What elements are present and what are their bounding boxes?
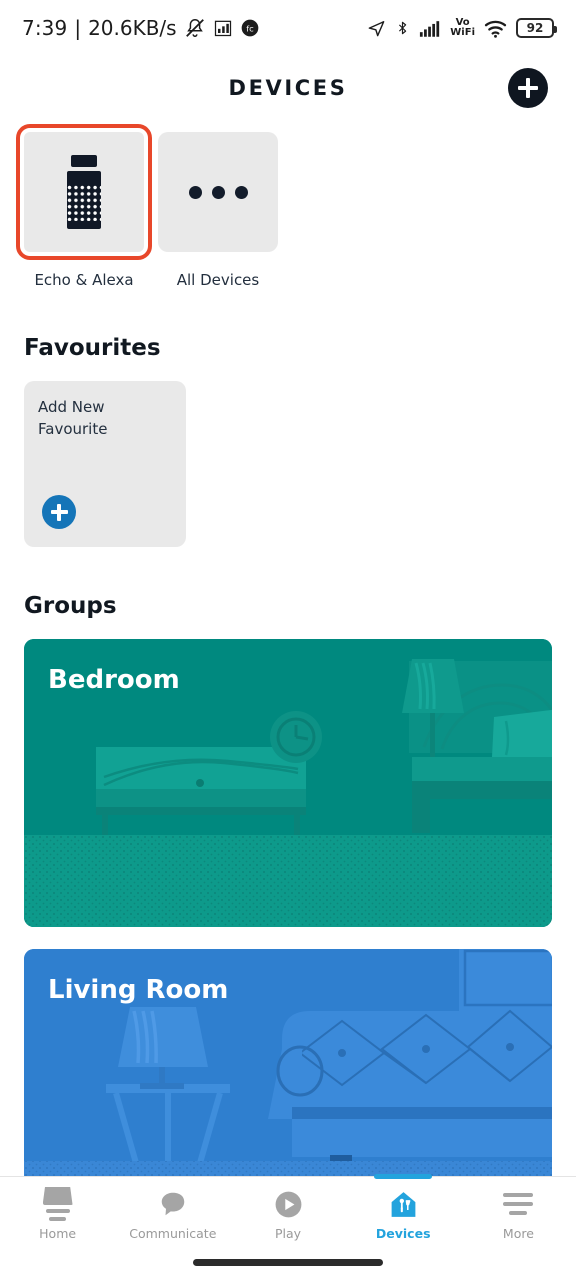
device-type-label: Echo & Alexa	[34, 271, 134, 289]
play-circle-icon	[273, 1189, 304, 1219]
page-header: DEVICES	[0, 56, 576, 120]
active-tab-indicator	[374, 1174, 433, 1179]
wifi-icon	[484, 20, 507, 38]
nav-item-play[interactable]: Play	[230, 1177, 345, 1241]
nav-item-devices[interactable]: Devices	[346, 1174, 461, 1241]
battery-indicator: 92	[516, 18, 557, 38]
plus-vertical	[57, 503, 61, 521]
device-type-tiles: Echo & Alexa All Devices	[0, 120, 576, 289]
menu-line-3	[509, 1211, 528, 1215]
nav-label-home: Home	[39, 1226, 77, 1241]
bluetooth-icon	[399, 21, 407, 35]
nav-item-communicate[interactable]: Communicate	[115, 1177, 230, 1241]
group-name: Living Room	[48, 975, 229, 1005]
add-new-favourite-card[interactable]: Add New Favourite	[24, 381, 186, 547]
svg-text:fc: fc	[246, 23, 254, 33]
volte-wifi-icon: Vo WiFi	[450, 18, 475, 38]
home-icon-line1	[45, 1209, 70, 1213]
menu-line-2	[503, 1202, 534, 1206]
group-card-bedroom[interactable]: Bedroom	[24, 639, 552, 927]
page-title: DEVICES	[228, 76, 348, 100]
ellipsis-icon	[188, 185, 248, 199]
navigation-arrow-icon	[368, 20, 385, 36]
home-icon-roof	[42, 1187, 73, 1205]
network-speed: 20.6KB/s	[88, 16, 177, 40]
battery-percent: 92	[526, 21, 544, 35]
group-name: Bedroom	[48, 665, 180, 695]
smart-home-icon	[388, 1189, 419, 1219]
groups-list: Bedroom Living Room	[0, 619, 576, 1199]
device-type-label: All Devices	[176, 271, 260, 289]
add-favourite-plus-icon[interactable]	[42, 495, 76, 529]
echo-body	[67, 171, 101, 229]
home-icon	[42, 1187, 73, 1221]
add-device-button[interactable]	[508, 68, 548, 108]
plus-icon-vertical	[526, 78, 530, 98]
menu-line-1	[503, 1193, 534, 1197]
echo-top	[71, 155, 97, 167]
group-card-living-room[interactable]: Living Room	[24, 949, 552, 1199]
nav-label-devices: Devices	[375, 1226, 431, 1241]
home-icon-line2	[49, 1217, 67, 1221]
volte-wifi-label: WiFi	[450, 27, 475, 38]
cellular-signal-icon	[420, 20, 440, 37]
all-devices-tile[interactable]	[158, 132, 278, 252]
groups-heading: Groups	[24, 593, 117, 619]
hamburger-menu-icon	[503, 1189, 534, 1219]
device-type-all[interactable]: All Devices	[158, 132, 278, 289]
status-bar-right: Vo WiFi 92	[367, 18, 557, 38]
speech-bubble-icon	[158, 1189, 188, 1219]
status-clock: 7:39	[22, 16, 68, 40]
gesture-home-bar[interactable]	[193, 1259, 383, 1266]
echo-speaker-icon	[67, 155, 101, 229]
fc-badge-icon: fc	[241, 19, 258, 37]
device-type-echo[interactable]: Echo & Alexa	[16, 124, 152, 289]
app-screen: 7:39 | 20.6KB/s fc Vo WiFi 92 DEVICES Ec…	[0, 0, 576, 1280]
echo-mesh	[67, 185, 101, 221]
nav-item-more[interactable]: More	[461, 1177, 576, 1241]
nav-label-more: More	[502, 1226, 534, 1241]
favourites-heading: Favourites	[24, 335, 161, 361]
nav-label-communicate: Communicate	[129, 1226, 217, 1241]
status-bar: 7:39 | 20.6KB/s fc Vo WiFi 92	[0, 0, 576, 56]
nav-item-home[interactable]: Home	[0, 1177, 115, 1241]
signal-chart-icon	[214, 20, 231, 37]
echo-tile[interactable]	[16, 124, 152, 260]
favourites-row: Add New Favourite	[0, 361, 576, 547]
status-separator: |	[74, 16, 82, 40]
status-bar-left: 7:39 | 20.6KB/s fc	[22, 16, 260, 40]
mute-icon	[185, 19, 204, 37]
nav-label-play: Play	[274, 1226, 302, 1241]
favourite-card-label: Add New Favourite	[38, 398, 108, 438]
